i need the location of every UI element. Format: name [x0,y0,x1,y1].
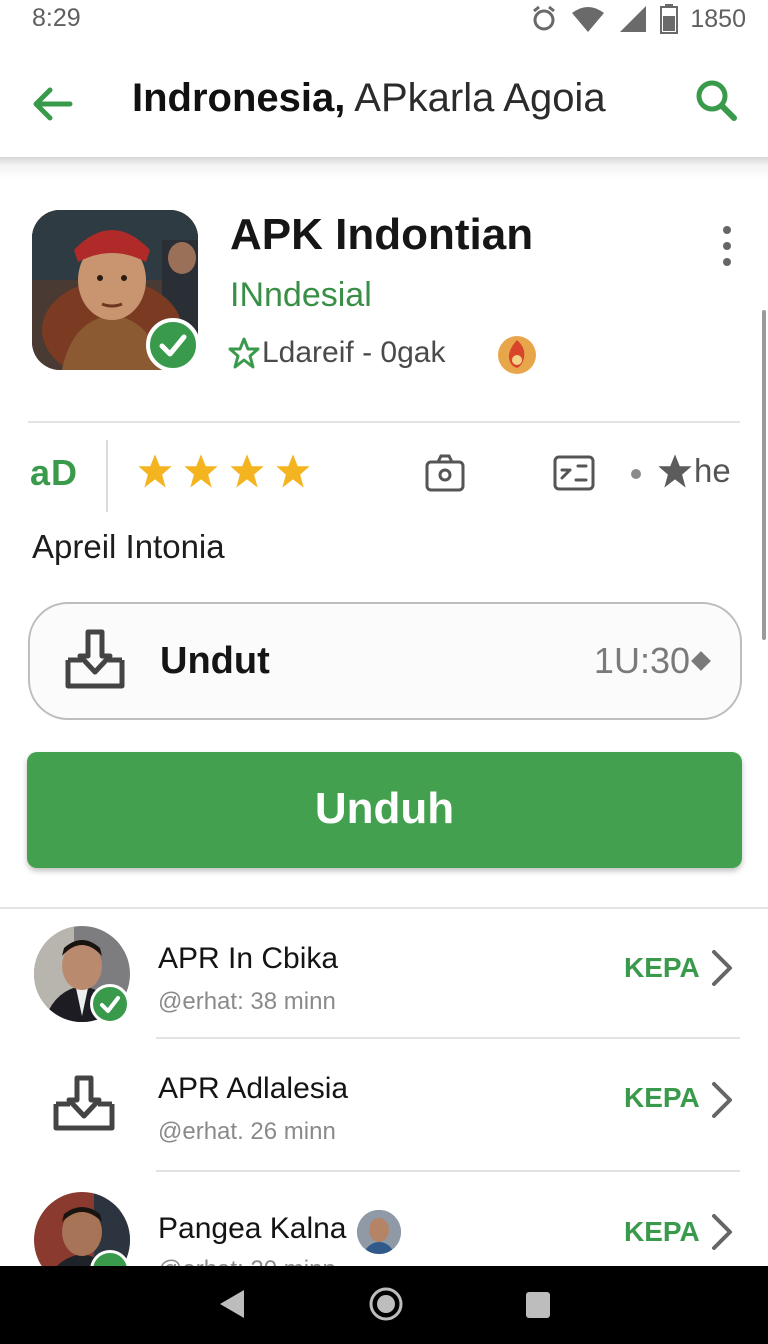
app-meta: Ldareif - 0gak [228,336,445,370]
screenshot-icon[interactable] [552,454,596,494]
verified-check-icon [146,318,200,372]
status-battery-text: 1850 [690,4,746,33]
scrollbar[interactable] [762,310,766,640]
divider [28,421,740,423]
battery-icon [660,4,679,34]
status-icons: 1850 [530,4,746,34]
chevron-right-icon[interactable] [704,1212,738,1252]
download-tray-icon [53,1075,115,1131]
extra-rating-label: he [694,452,731,489]
rating-badge: aD [30,452,79,493]
home-circle-icon[interactable] [368,1286,404,1322]
list-item-action[interactable]: KEPA [624,1216,700,1248]
star-icon [230,454,264,488]
app-tagline: Apreil Intonia [32,528,225,565]
app-meta-text: Ldareif - 0gak [262,336,446,369]
navigation-bar [0,1266,768,1344]
download-option-size: 1U:30 [593,640,690,681]
dot-separator [631,469,641,479]
star-outline-icon [228,337,260,369]
star-icon [184,454,218,488]
star-icon [138,454,172,488]
star-icon [276,454,310,488]
status-time: 8:29 [32,4,81,32]
divider [156,1170,740,1172]
status-bar: 8:29 1850 [0,0,768,40]
divider-vertical [106,440,108,512]
verified-check-icon [90,984,130,1024]
download-option-button[interactable]: Undut 1U:30 [28,602,742,720]
divider [156,1037,740,1039]
list-item-title: Pangea Kalna [158,1212,347,1245]
arrow-left-icon[interactable] [28,80,76,128]
download-option-label: Undut [160,640,270,682]
list-item-action[interactable]: KEPA [624,952,700,984]
list-item-subtitle: @erhat: 38 minn [158,988,336,1015]
avatar [357,1210,401,1254]
extra-rating: he [656,452,731,490]
page-title: Indronesia, APkarla Agoia [132,76,606,121]
app-name: APK Indontian [230,210,534,259]
back-triangle-icon[interactable] [216,1286,248,1322]
app-bar: Indronesia, APkarla Agoia [0,40,768,160]
star-gray-icon [658,454,692,488]
download-tray-icon [65,629,125,689]
chevron-right-icon[interactable] [704,948,738,988]
list-item-title: APR Adlalesia [158,1072,349,1105]
rating-stars [136,452,312,490]
list-item[interactable]: APR Adlalesia @erhat. 26 minn KEPA [0,1056,768,1186]
list-item-subtitle: @erhat: 20 minn [158,1256,336,1266]
page-title-rest: APkarla Agoia [345,76,606,120]
page-title-bold: Indronesia, [132,76,346,120]
list-item[interactable]: Pangea Kalna @erhat: 20 minn KEPA [0,1190,768,1266]
wifi-icon [572,7,605,32]
camera-icon[interactable] [424,452,466,494]
list-item-title: APR In Cbika [158,942,339,975]
alarm-icon [533,5,556,31]
search-icon[interactable] [692,76,740,124]
list-item-subtitle: @erhat. 26 minn [158,1118,336,1145]
app-developer-link[interactable]: INndesial [230,276,372,315]
divider [0,907,768,909]
flame-badge-icon [498,336,536,374]
recents-square-icon[interactable] [524,1290,552,1320]
list-item-action[interactable]: KEPA [624,1082,700,1114]
signal-icon [620,6,647,32]
install-button[interactable]: Unduh [27,752,742,868]
caret-icon [691,651,711,671]
install-button-label: Unduh [314,784,455,833]
app-bar-shadow [0,157,768,179]
chevron-right-icon[interactable] [704,1080,738,1120]
more-vertical-icon[interactable] [712,222,742,270]
